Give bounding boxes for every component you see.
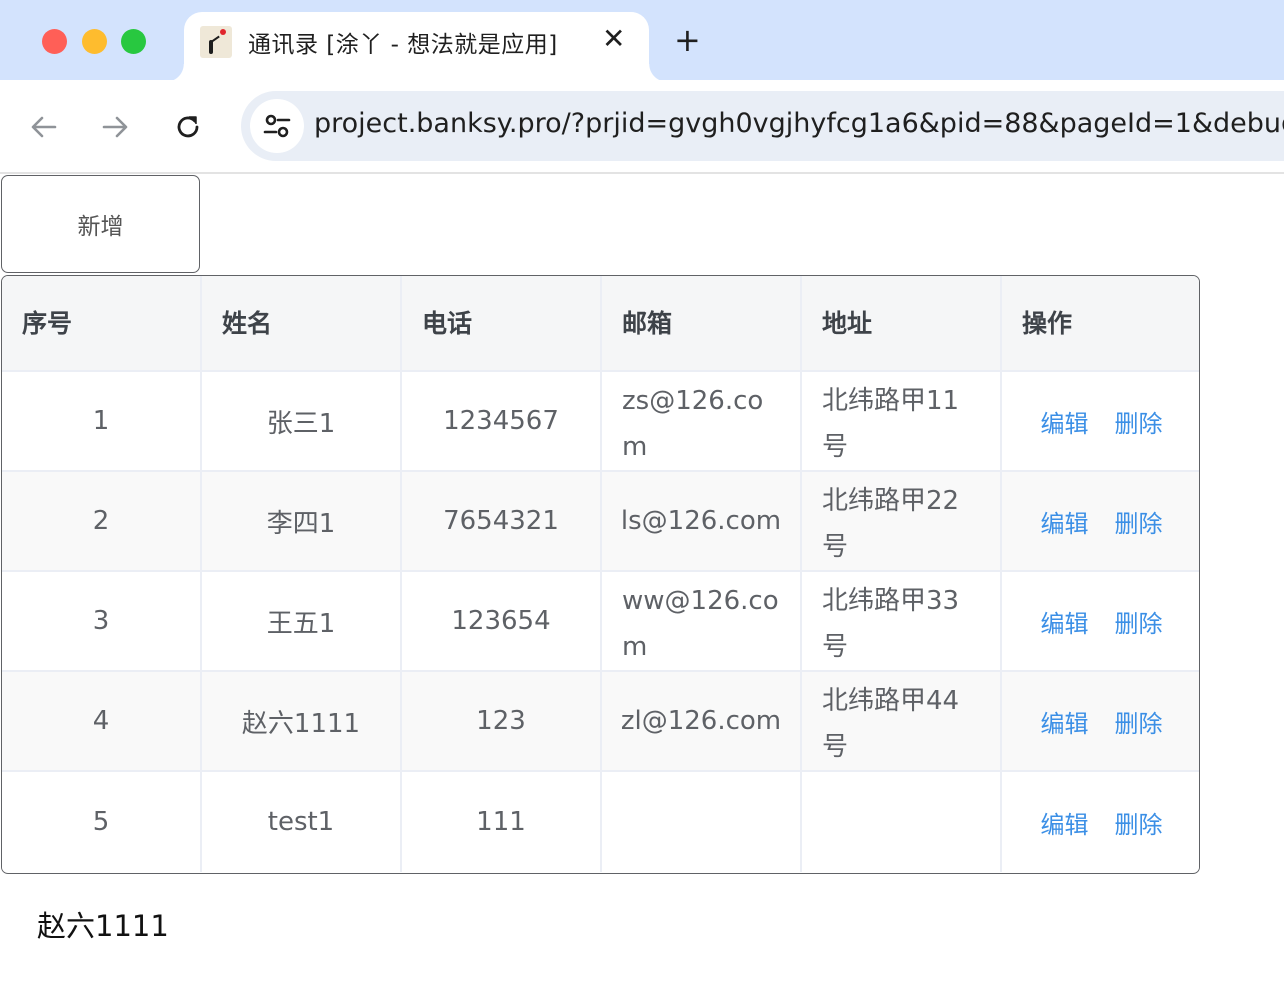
cell-index: 5	[2, 772, 202, 872]
cell-index: 1	[2, 372, 202, 472]
cell-phone: 7654321	[402, 472, 602, 572]
cell-actions: 编辑 删除	[1002, 672, 1199, 772]
browser-tab[interactable]: 通讯录 [涂丫 - 想法就是应用] ✕	[166, 12, 667, 82]
add-button[interactable]: 新增	[1, 175, 200, 273]
cell-phone: 123654	[402, 572, 602, 672]
cell-email: zl@126.com	[602, 672, 802, 772]
cell-index: 4	[2, 672, 202, 772]
cell-email: ww@126.com	[602, 572, 802, 672]
table-row: 5 test1 111 编辑 删除	[2, 772, 1199, 872]
cell-address: 北纬路甲22号	[802, 472, 1002, 572]
edit-link[interactable]: 编辑	[1041, 504, 1089, 539]
url-text[interactable]: project.banksy.pro/?prjid=gvgh0vgjhyfcg1…	[314, 108, 1284, 139]
cell-address: 北纬路甲11号	[802, 372, 1002, 472]
cell-phone: 1234567	[402, 372, 602, 472]
header-index: 序号	[2, 276, 202, 372]
cell-email: ls@126.com	[602, 472, 802, 572]
reload-icon[interactable]	[171, 110, 205, 144]
table-row: 1 张三1 1234567 zs@126.com 北纬路甲11号 编辑 删除	[2, 372, 1199, 472]
back-arrow-icon[interactable]	[27, 110, 61, 144]
cell-address	[802, 772, 1002, 872]
header-name: 姓名	[202, 276, 402, 372]
header-phone: 电话	[402, 276, 602, 372]
delete-link[interactable]: 删除	[1115, 704, 1163, 739]
browser-tab-strip: 通讯录 [涂丫 - 想法就是应用] ✕ +	[0, 0, 1284, 82]
cell-email: zs@126.com	[602, 372, 802, 472]
cell-name: 王五1	[202, 572, 402, 672]
tune-icon	[263, 114, 291, 138]
table-row: 3 王五1 123654 ww@126.com 北纬路甲33号 编辑 删除	[2, 572, 1199, 672]
address-bar[interactable]: project.banksy.pro/?prjid=gvgh0vgjhyfcg1…	[241, 91, 1284, 161]
cell-name: test1	[202, 772, 402, 872]
browser-toolbar: project.banksy.pro/?prjid=gvgh0vgjhyfcg1…	[0, 80, 1284, 174]
selected-name-text: 赵六1111	[37, 909, 169, 943]
table-row: 4 赵六1111 123 zl@126.com 北纬路甲44号 编辑 删除	[2, 672, 1199, 772]
cell-actions: 编辑 删除	[1002, 372, 1199, 472]
maximize-window-button[interactable]	[121, 29, 146, 54]
header-actions: 操作	[1002, 276, 1199, 372]
cell-address: 北纬路甲33号	[802, 572, 1002, 672]
minimize-window-button[interactable]	[82, 29, 107, 54]
edit-link[interactable]: 编辑	[1041, 604, 1089, 639]
cell-email	[602, 772, 802, 872]
cell-actions: 编辑 删除	[1002, 572, 1199, 672]
table-row: 2 李四1 7654321 ls@126.com 北纬路甲22号 编辑 删除	[2, 472, 1199, 572]
close-tab-icon[interactable]: ✕	[602, 24, 625, 54]
edit-link[interactable]: 编辑	[1041, 704, 1089, 739]
cell-phone: 123	[402, 672, 602, 772]
delete-link[interactable]: 删除	[1115, 404, 1163, 439]
new-tab-icon[interactable]: +	[674, 22, 701, 58]
cell-address: 北纬路甲44号	[802, 672, 1002, 772]
cell-name: 李四1	[202, 472, 402, 572]
delete-link[interactable]: 删除	[1115, 604, 1163, 639]
edit-link[interactable]: 编辑	[1041, 805, 1089, 840]
close-window-button[interactable]	[42, 29, 67, 54]
cell-index: 2	[2, 472, 202, 572]
forward-arrow-icon[interactable]	[98, 110, 132, 144]
header-email: 邮箱	[602, 276, 802, 372]
header-address: 地址	[802, 276, 1002, 372]
cell-actions: 编辑 删除	[1002, 772, 1199, 872]
site-favicon-icon	[200, 26, 232, 58]
contacts-table: 序号 姓名 电话 邮箱 地址 操作 1 张三1 1234567 zs@126.c…	[1, 275, 1200, 874]
tab-title: 通讯录 [涂丫 - 想法就是应用]	[248, 32, 558, 58]
table-header-row: 序号 姓名 电话 邮箱 地址 操作	[2, 276, 1199, 372]
site-settings-button[interactable]	[250, 99, 304, 153]
edit-link[interactable]: 编辑	[1041, 404, 1089, 439]
cell-name: 赵六1111	[202, 672, 402, 772]
cell-name: 张三1	[202, 372, 402, 472]
cell-actions: 编辑 删除	[1002, 472, 1199, 572]
cell-index: 3	[2, 572, 202, 672]
delete-link[interactable]: 删除	[1115, 504, 1163, 539]
cell-phone: 111	[402, 772, 602, 872]
delete-link[interactable]: 删除	[1115, 805, 1163, 840]
